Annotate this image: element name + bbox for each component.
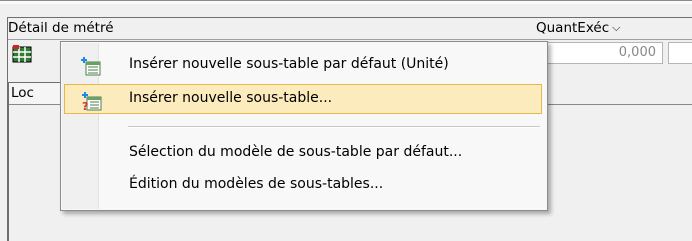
loc-header-label: Loc [11, 85, 34, 101]
svg-text:?: ? [82, 100, 88, 111]
loc-column-header[interactable]: Loc [8, 82, 68, 104]
table-tool-icon[interactable] [12, 44, 32, 64]
menu-item-label: Sélection du modèle de sous-table par dé… [129, 144, 463, 160]
quantity-header-label: QuantExéc [536, 20, 610, 36]
chevron-down-icon[interactable]: ⌵ [612, 21, 620, 34]
menu-item-insert-default-subtable[interactable]: Insérer nouvelle sous-table par défaut (… [64, 50, 542, 80]
menu-item-edit-templates[interactable]: Édition du modèles de sous-tables... [64, 170, 542, 200]
context-menu: Insérer nouvelle sous-table par défaut (… [60, 41, 548, 211]
quantity-column-header[interactable]: QuantExéc ⌵ [536, 20, 620, 36]
menu-item-insert-subtable[interactable]: ? Insérer nouvelle sous-table... [64, 84, 542, 114]
next-field[interactable] [668, 42, 692, 64]
panel-header: Détail de métré QuantExéc ⌵ [8, 19, 692, 40]
menu-item-label: Insérer nouvelle sous-table... [129, 90, 333, 106]
header-divider [8, 39, 692, 40]
insert-table-icon [80, 56, 102, 76]
menu-item-select-default-template[interactable]: Sélection du modèle de sous-table par dé… [64, 138, 542, 168]
menu-item-label: Édition du modèles de sous-tables... [129, 176, 384, 192]
loc-left-border [8, 104, 9, 241]
top-border [0, 0, 692, 4]
menu-item-label: Insérer nouvelle sous-table par défaut (… [129, 56, 449, 72]
panel-title: Détail de métré [8, 20, 114, 36]
menu-separator [128, 126, 540, 128]
insert-table-question-icon: ? [81, 91, 103, 113]
